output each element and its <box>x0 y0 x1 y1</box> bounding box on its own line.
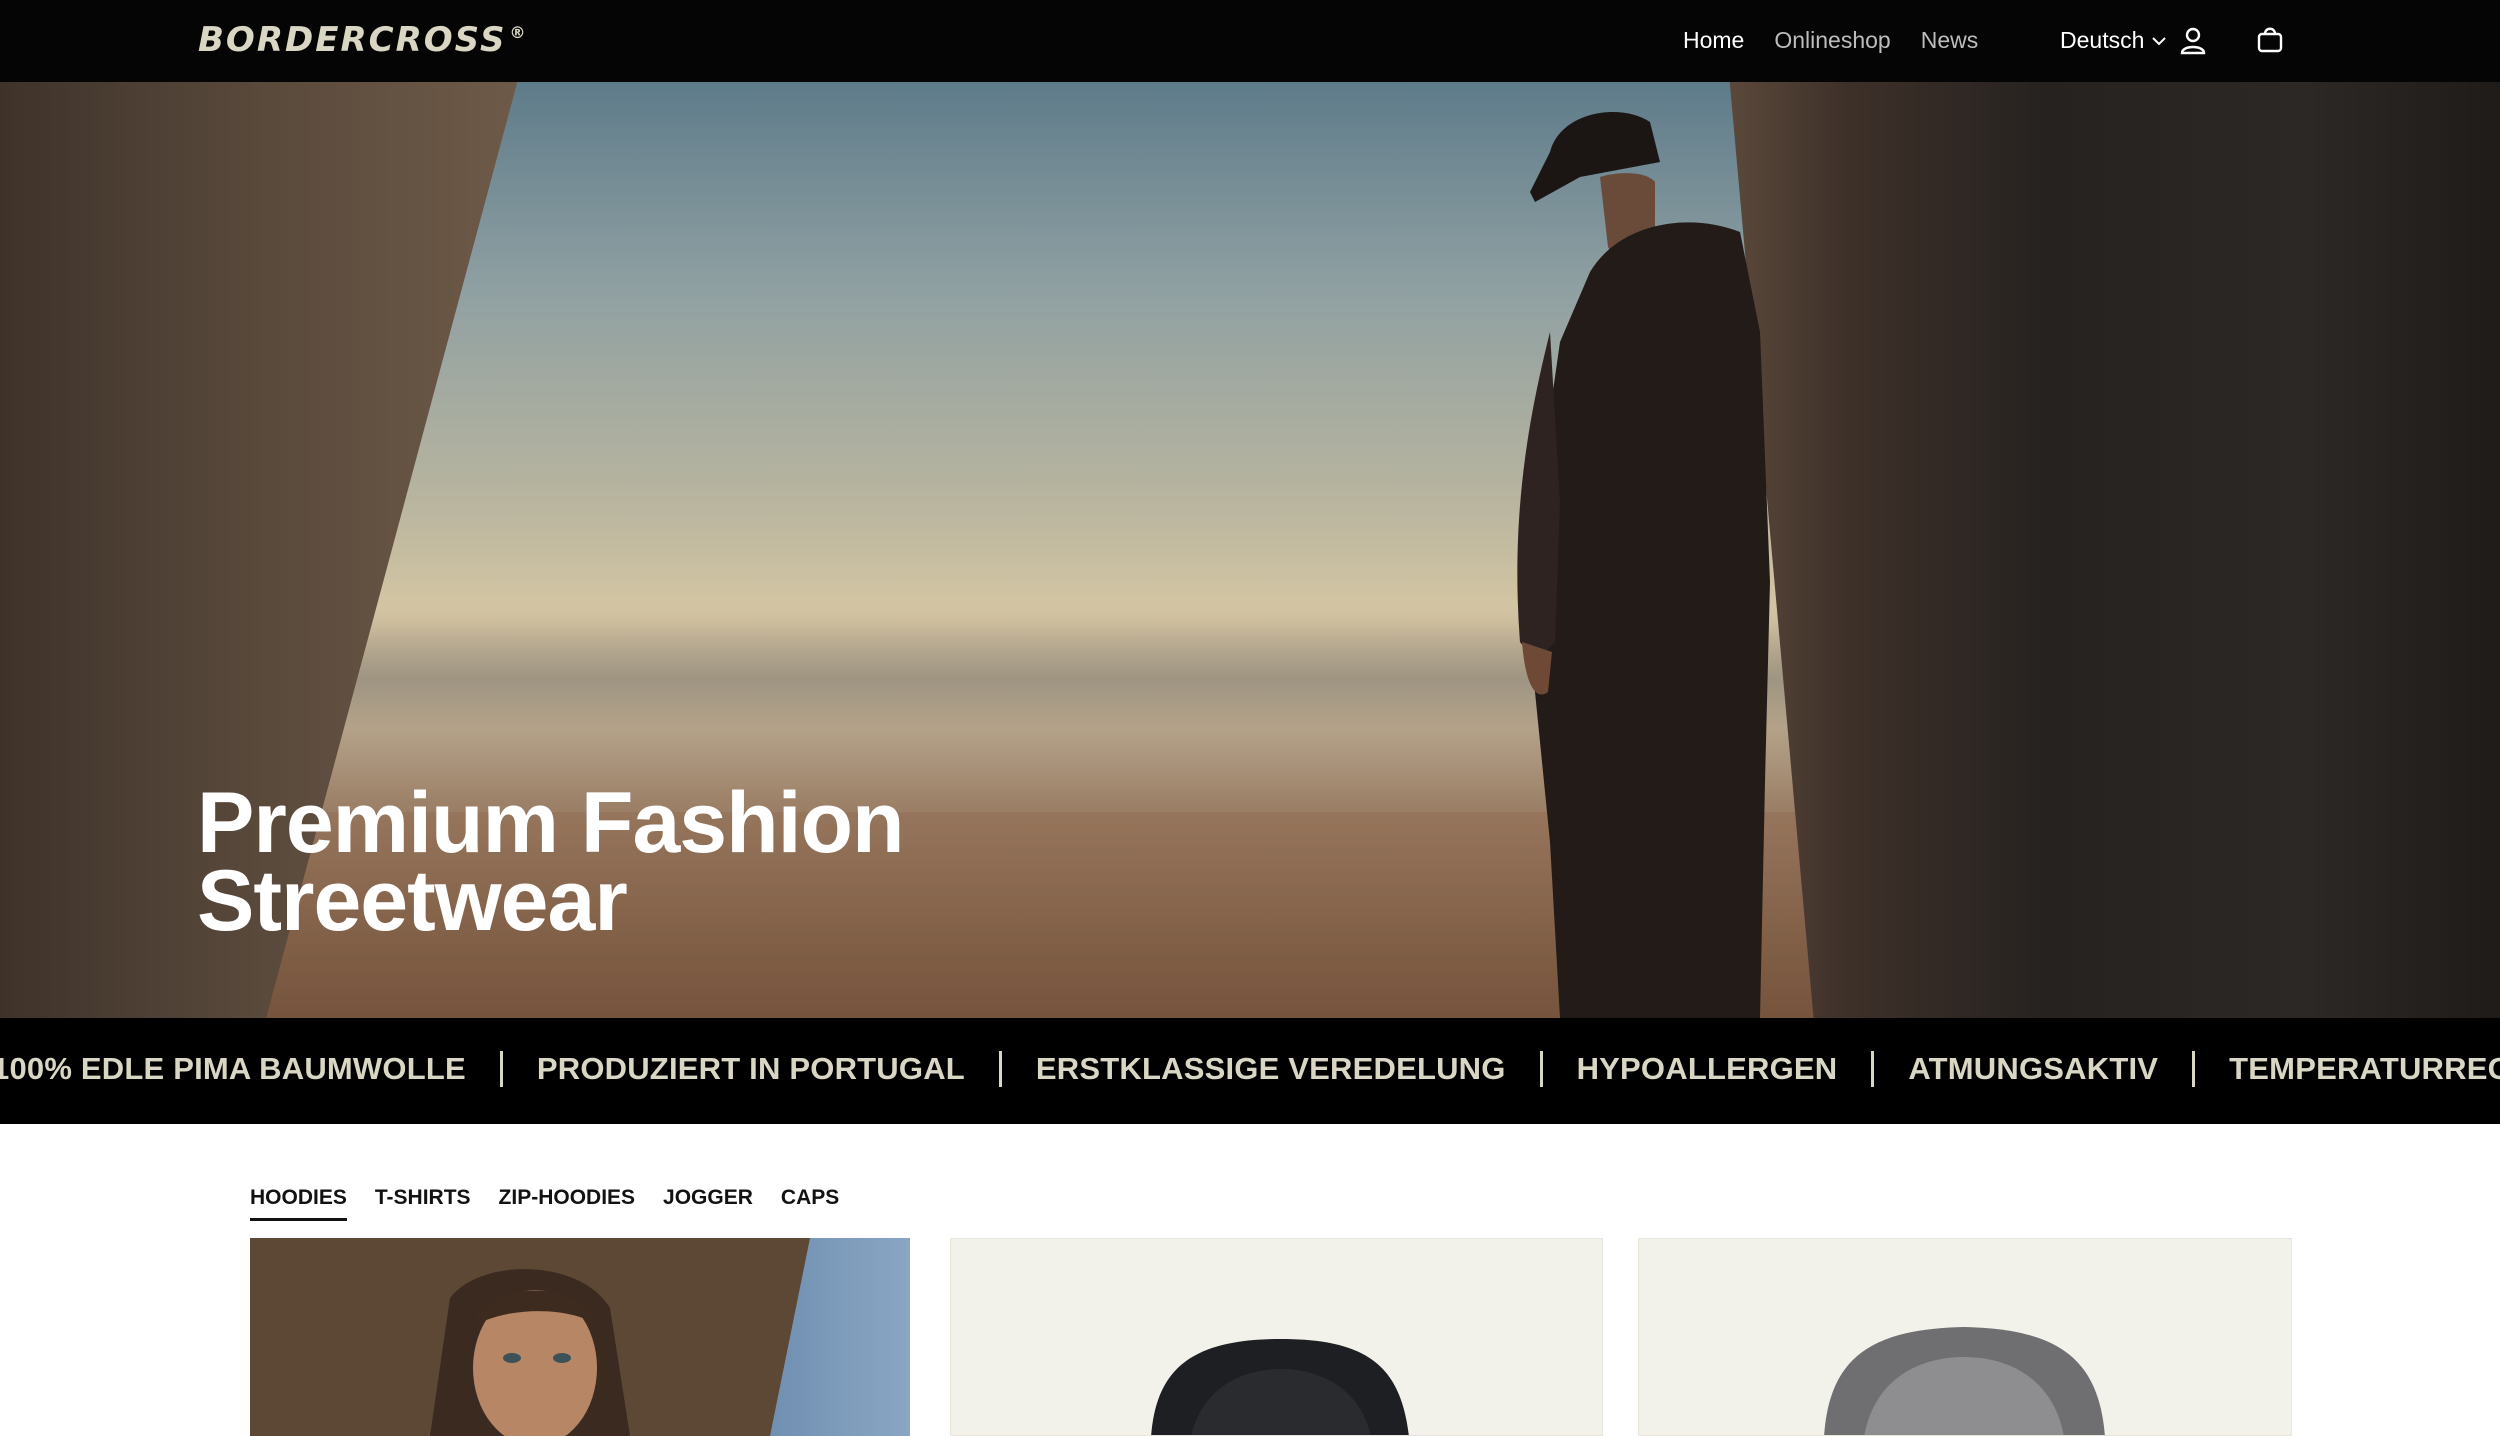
marquee-item: HYPOALLERGEN <box>1576 1051 1838 1086</box>
marquee-item: ATMUNGSAKTIV <box>1908 1051 2159 1086</box>
marquee-item: PRODUZIERT IN PORTUGAL <box>536 1051 965 1086</box>
product-card-grey-hoodie[interactable] <box>1638 1238 2292 1436</box>
tab-jogger[interactable]: JOGGER <box>663 1186 753 1221</box>
tab-hoodies[interactable]: HOODIES <box>250 1186 347 1221</box>
category-tabs: HOODIES T-SHIRTS ZIP-HOODIES JOGGER CAPS <box>250 1186 839 1221</box>
tab-zip-hoodies[interactable]: ZIP-HOODIES <box>499 1186 636 1221</box>
product-card-black-hoodie[interactable] <box>950 1238 1603 1436</box>
marquee-separator <box>998 1051 1002 1087</box>
marquee-item: TEMPERATURREGULIER <box>2229 1051 2500 1086</box>
tab-caps[interactable]: CAPS <box>781 1186 839 1221</box>
hero-title-line2: Streetwear <box>197 853 628 949</box>
language-selector[interactable]: Deutsch <box>2060 27 2167 54</box>
hero-banner: Premium Fashion Streetwear <box>0 82 2500 1018</box>
marquee-separator <box>499 1051 503 1087</box>
site-header: BORDERCROSS ® Home Onlineshop News Deuts… <box>0 0 2500 82</box>
black-hoodie-icon <box>1151 1339 1409 1435</box>
brand-logo[interactable]: BORDERCROSS ® <box>198 20 527 64</box>
marquee-separator <box>2192 1051 2196 1087</box>
marquee-separator <box>1539 1051 1543 1087</box>
feature-marquee: 100% EDLE PIMA BAUMWOLLE PRODUZIERT IN P… <box>0 1018 2500 1124</box>
grey-hoodie-icon <box>1824 1327 2105 1435</box>
nav-item-home[interactable]: Home <box>1683 27 1744 54</box>
tab-t-shirts[interactable]: T-SHIRTS <box>375 1186 471 1221</box>
chevron-down-icon <box>2152 36 2167 45</box>
nav-item-onlineshop[interactable]: Onlineshop <box>1774 27 1890 54</box>
main-nav: Home Onlineshop News <box>1683 27 1978 54</box>
language-label: Deutsch <box>2060 27 2145 53</box>
nav-item-news[interactable]: News <box>1921 27 1979 54</box>
logo-registered-mark: ® <box>509 23 528 42</box>
logo-text: BORDERCROSS <box>198 20 507 60</box>
hero-person-figure <box>1517 112 1770 1018</box>
marquee-separator <box>1871 1051 1875 1087</box>
marquee-item: 100% EDLE PIMA BAUMWOLLE <box>0 1051 466 1086</box>
marquee-track: 100% EDLE PIMA BAUMWOLLE PRODUZIERT IN P… <box>0 1051 2500 1087</box>
cart-icon[interactable] <box>2256 26 2284 54</box>
model-photo <box>250 1238 810 1436</box>
product-card-lifestyle-image[interactable] <box>250 1238 910 1436</box>
hero-title: Premium Fashion Streetwear <box>197 780 1097 944</box>
marquee-item: ERSTKLASSIGE VEREDELUNG <box>1035 1051 1506 1086</box>
account-icon[interactable] <box>2180 27 2206 55</box>
